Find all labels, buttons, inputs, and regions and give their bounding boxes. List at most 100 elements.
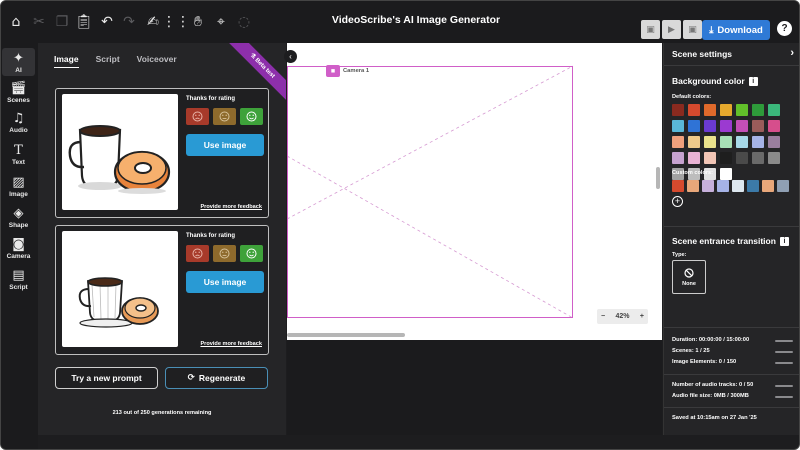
color-swatch[interactable] — [672, 136, 684, 148]
scenes-icon: 🎬︎ — [10, 81, 27, 96]
cut-icon[interactable]: ✂ — [31, 14, 47, 30]
download-button[interactable]: ⤓ Download — [702, 20, 770, 40]
play-button[interactable]: ▶ — [662, 20, 681, 39]
draw-icon[interactable]: ✍ — [145, 14, 161, 30]
new-prompt-button[interactable]: Try a new prompt — [55, 367, 158, 389]
color-swatch[interactable] — [752, 152, 764, 164]
color-swatch[interactable] — [762, 180, 774, 192]
paste-icon[interactable]: 📋︎ — [75, 14, 93, 30]
camera-tag[interactable]: ■ — [326, 65, 340, 77]
color-swatch[interactable] — [752, 136, 764, 148]
transition-none-option[interactable]: None — [672, 260, 706, 294]
regenerate-button[interactable]: ⟳ Regenerate — [165, 367, 268, 389]
divider — [664, 374, 799, 375]
redo-icon[interactable]: ↷ — [121, 14, 137, 30]
color-swatch[interactable] — [704, 152, 716, 164]
color-swatch[interactable] — [720, 168, 732, 180]
chevron-left-icon: ‹ — [289, 52, 292, 61]
rail-label: Shape — [8, 222, 29, 229]
color-swatch[interactable] — [768, 104, 780, 116]
provide-feedback-link[interactable]: Provide more feedback — [200, 341, 262, 347]
color-swatch[interactable] — [720, 136, 732, 148]
zoom-in-button[interactable]: + — [640, 313, 644, 320]
scene-settings-panel: Scene settings › Background color i Defau… — [663, 43, 799, 435]
color-swatch[interactable] — [720, 104, 732, 116]
rate-neutral-button[interactable] — [213, 108, 236, 125]
color-swatch[interactable] — [717, 180, 729, 192]
color-swatch[interactable] — [736, 152, 748, 164]
color-swatch[interactable] — [752, 120, 764, 132]
color-swatch[interactable] — [688, 104, 700, 116]
rate-bad-button[interactable] — [186, 245, 209, 262]
color-swatch[interactable] — [736, 136, 748, 148]
color-swatch[interactable] — [704, 120, 716, 132]
rail-item-audio[interactable]: ♫ Audio — [2, 111, 35, 134]
rail-item-shape[interactable]: ◈ Shape — [2, 206, 35, 229]
color-swatch[interactable] — [687, 180, 699, 192]
vertical-scrollbar[interactable] — [656, 167, 660, 189]
color-swatch[interactable] — [702, 180, 714, 192]
color-swatch[interactable] — [747, 180, 759, 192]
tab-image[interactable]: Image — [54, 54, 79, 68]
tab-voiceover[interactable]: Voiceover — [137, 54, 177, 68]
rail-label: Text — [12, 159, 25, 166]
color-swatch[interactable] — [732, 180, 744, 192]
play-all-button[interactable]: ▣ — [683, 20, 702, 39]
color-swatch[interactable] — [704, 136, 716, 148]
provide-feedback-link[interactable]: Provide more feedback — [200, 204, 262, 210]
info-icon[interactable]: i — [748, 77, 758, 86]
rate-good-button[interactable] — [240, 245, 263, 262]
color-swatch[interactable] — [672, 180, 684, 192]
color-swatch[interactable] — [672, 120, 684, 132]
scene-settings-header[interactable]: Scene settings › — [664, 43, 799, 66]
rail-item-image[interactable]: ▨ Image — [2, 175, 35, 198]
pin-off-icon[interactable]: ⌖ — [213, 14, 229, 30]
plus-icon: + — [674, 196, 681, 206]
camera-frame[interactable] — [287, 66, 573, 318]
color-swatch[interactable] — [768, 120, 780, 132]
hide-icon[interactable]: ◌ — [236, 14, 252, 30]
help-button[interactable]: ? — [777, 21, 792, 36]
home-icon[interactable]: ⌂ — [8, 14, 24, 30]
color-swatch[interactable] — [768, 152, 780, 164]
color-swatch[interactable] — [672, 152, 684, 164]
color-swatch[interactable] — [688, 120, 700, 132]
undo-icon[interactable]: ↶ — [99, 14, 115, 30]
scene-canvas[interactable]: ■ Camera 1 − 42% + — [287, 43, 662, 340]
rating-buttons — [186, 108, 263, 125]
color-swatch[interactable] — [768, 136, 780, 148]
info-icon[interactable]: i — [779, 237, 789, 246]
use-image-button[interactable]: Use image — [186, 134, 264, 156]
copy-icon[interactable]: ❐ — [54, 14, 70, 30]
rail-item-camera[interactable]: ◙ Camera — [2, 237, 35, 260]
rail-item-scenes[interactable]: 🎬︎ Scenes — [2, 81, 35, 104]
ai-panel: Image Script Voiceover ⚗︎ Beta test Than… — [38, 43, 286, 435]
color-swatch[interactable] — [752, 104, 764, 116]
color-swatch[interactable] — [720, 152, 732, 164]
grid-icon[interactable]: ⋮⋮ — [162, 14, 190, 30]
use-image-button[interactable]: Use image — [186, 271, 264, 293]
add-color-button[interactable]: + — [672, 196, 683, 207]
generated-image-thumbnail[interactable] — [62, 94, 178, 210]
tab-script[interactable]: Script — [96, 54, 120, 68]
color-swatch[interactable] — [720, 120, 732, 132]
color-swatch[interactable] — [777, 180, 789, 192]
horizontal-scrollbar[interactable] — [287, 333, 405, 337]
zoom-out-button[interactable]: − — [601, 313, 605, 320]
color-swatch[interactable] — [736, 104, 748, 116]
color-swatch[interactable] — [736, 120, 748, 132]
rail-item-text[interactable]: T Text — [2, 143, 35, 166]
hand-icon[interactable]: ✋︎ — [190, 14, 206, 30]
rate-bad-button[interactable] — [186, 108, 209, 125]
rate-good-button[interactable] — [240, 108, 263, 125]
rail-item-ai[interactable]: ✦ AI — [2, 48, 35, 76]
rail-item-script[interactable]: ▤ Script — [2, 268, 35, 291]
color-swatch[interactable] — [688, 152, 700, 164]
rate-neutral-button[interactable] — [213, 245, 236, 262]
generated-image-thumbnail[interactable] — [62, 231, 178, 347]
color-swatch[interactable] — [688, 136, 700, 148]
collapse-panel-button[interactable]: ‹ — [284, 50, 297, 63]
preview-scene-button[interactable]: ▣ — [641, 20, 660, 39]
color-swatch[interactable] — [704, 104, 716, 116]
color-swatch[interactable] — [672, 104, 684, 116]
